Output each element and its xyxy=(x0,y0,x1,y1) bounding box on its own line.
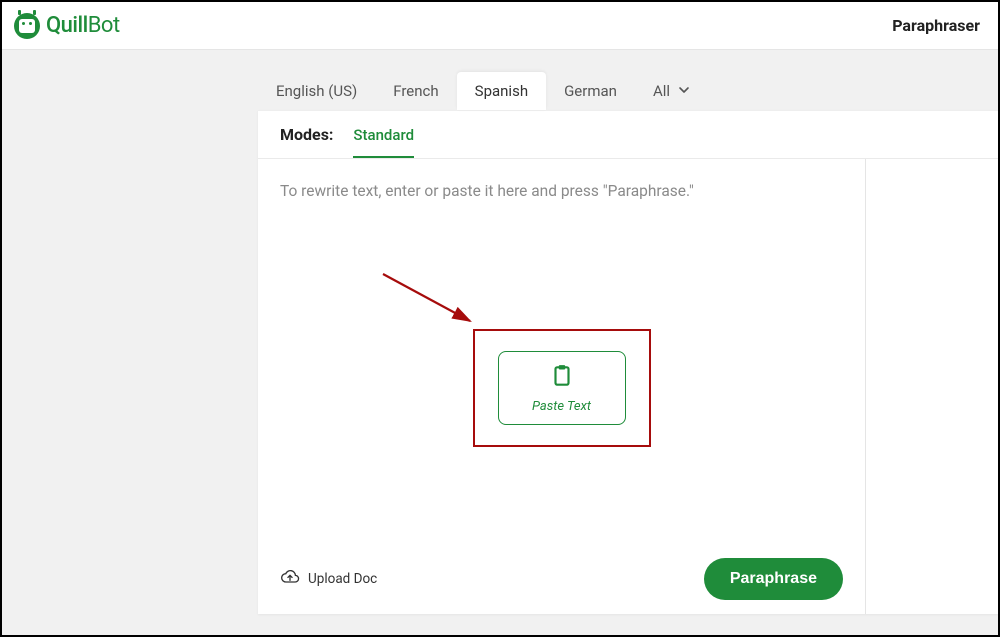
logo-text: QuillBot xyxy=(46,13,120,38)
input-column[interactable]: To rewrite text, enter or paste it here … xyxy=(258,159,866,614)
annotation-arrow-icon xyxy=(378,269,488,339)
input-placeholder: To rewrite text, enter or paste it here … xyxy=(280,181,843,203)
modes-label: Modes: xyxy=(280,125,333,158)
language-tab-all[interactable]: All xyxy=(635,72,708,110)
annotation-highlight-box: Paste Text xyxy=(473,329,651,447)
paste-text-label: Paste Text xyxy=(532,399,591,414)
clipboard-icon xyxy=(549,363,575,393)
chevron-down-icon xyxy=(678,82,690,100)
top-bar: QuillBot Paraphraser xyxy=(2,2,998,50)
language-tab-german[interactable]: German xyxy=(546,72,635,110)
editor-area: To rewrite text, enter or paste it here … xyxy=(258,159,998,614)
language-tabs: English (US) French Spanish German All xyxy=(258,70,998,110)
input-footer: Upload Doc Paraphrase xyxy=(280,558,843,600)
logo[interactable]: QuillBot xyxy=(14,13,120,39)
cloud-upload-icon xyxy=(280,567,300,591)
language-tab-all-label: All xyxy=(653,82,670,100)
main-panel: Modes: Standard To rewrite text, enter o… xyxy=(258,110,998,614)
logo-icon xyxy=(14,13,40,39)
upload-doc-label: Upload Doc xyxy=(308,571,377,587)
upload-doc-button[interactable]: Upload Doc xyxy=(280,567,377,591)
output-column xyxy=(866,159,998,614)
paste-text-button[interactable]: Paste Text xyxy=(498,351,626,425)
page-title: Paraphraser xyxy=(892,16,980,35)
language-tab-spanish[interactable]: Spanish xyxy=(457,72,546,110)
mode-tab-standard[interactable]: Standard xyxy=(353,126,414,158)
paraphrase-button[interactable]: Paraphrase xyxy=(704,558,843,600)
workspace: English (US) French Spanish German All M… xyxy=(2,50,998,635)
language-tab-english[interactable]: English (US) xyxy=(258,72,375,110)
language-tab-french[interactable]: French xyxy=(375,72,456,110)
modes-row: Modes: Standard xyxy=(258,111,998,159)
